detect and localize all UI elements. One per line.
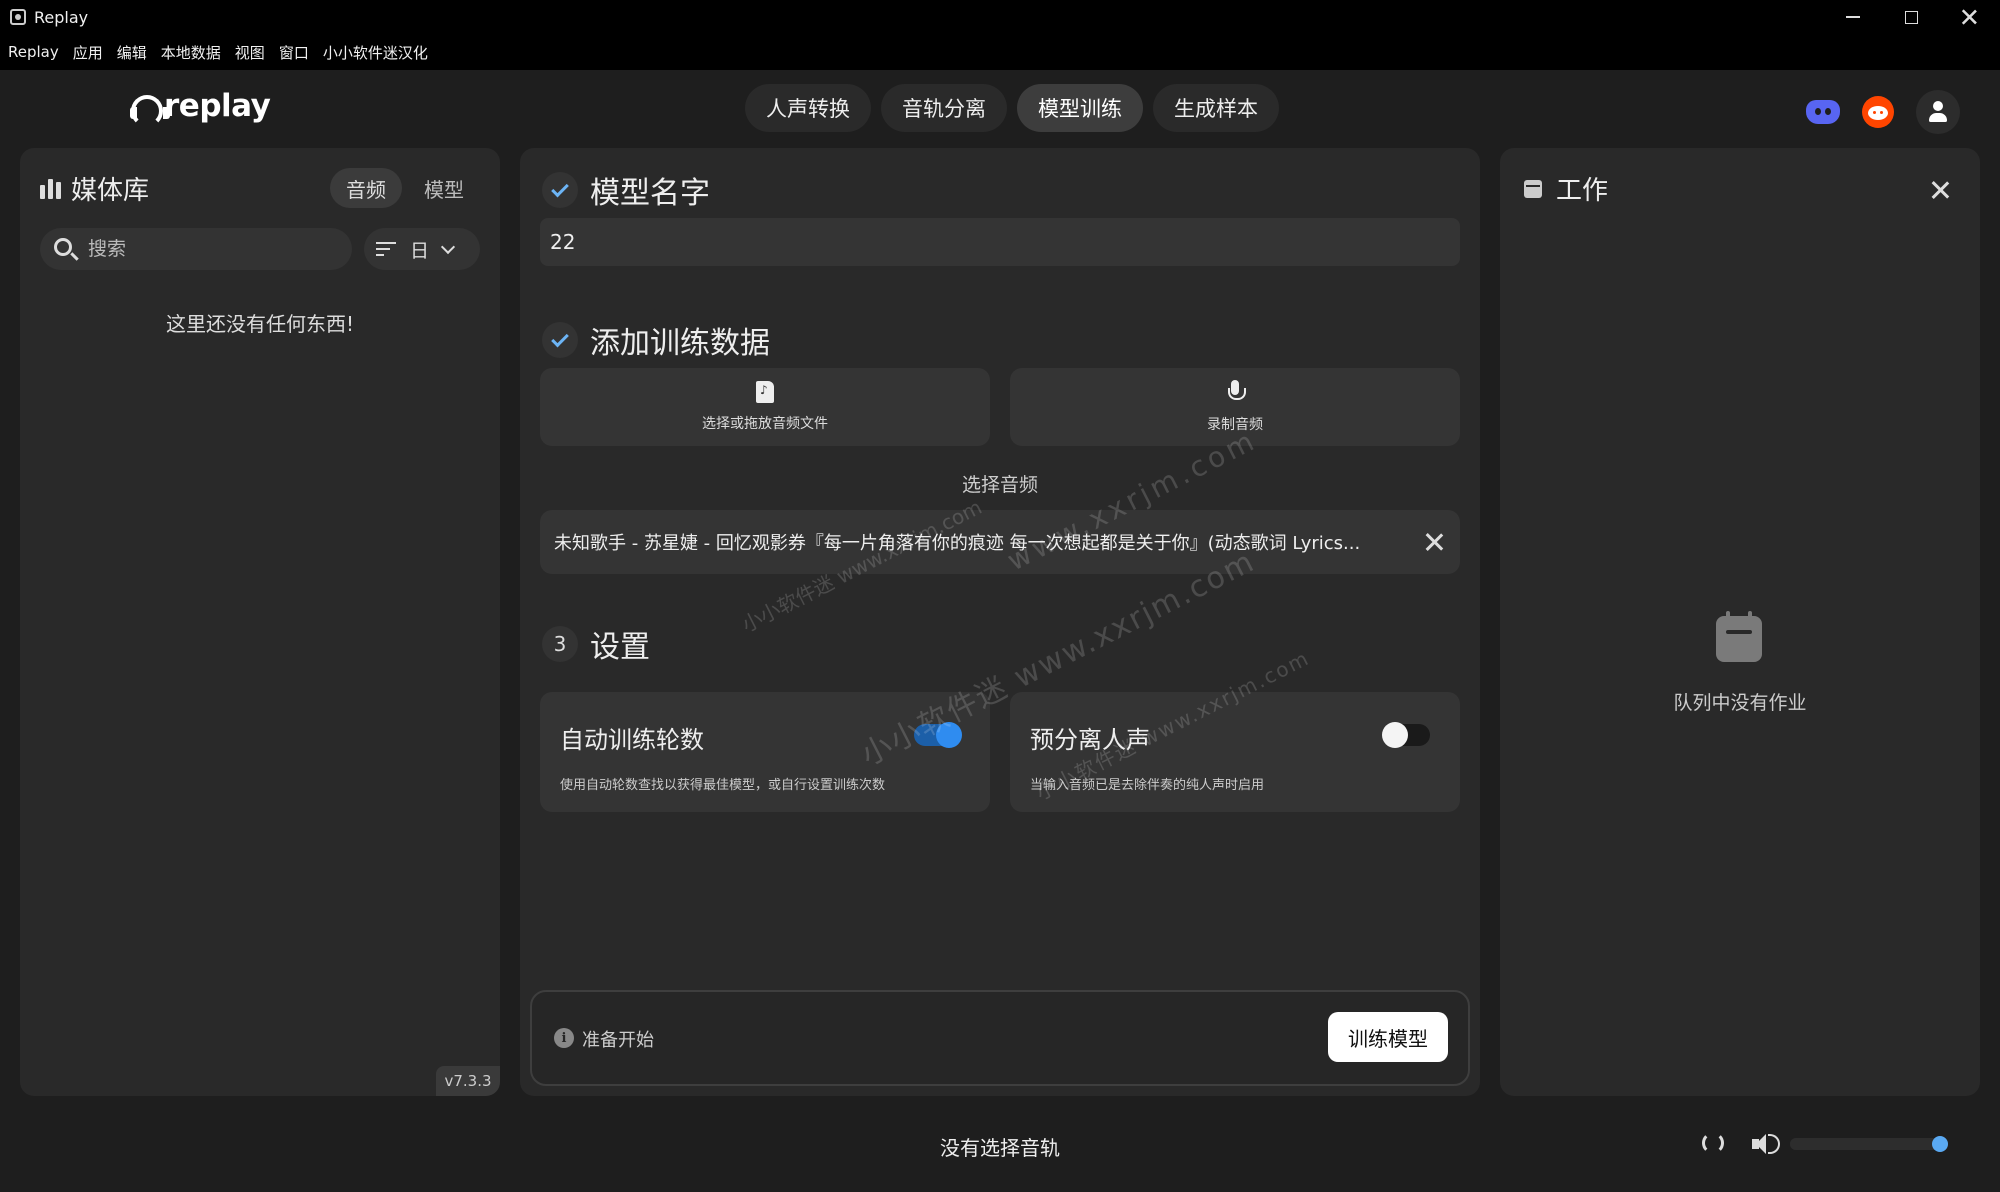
app-icon <box>10 9 26 25</box>
selected-audio-heading: 选择音频 <box>961 474 1038 496</box>
replay-logo: replay <box>130 88 271 127</box>
step-settings: 3 设置 <box>542 622 650 666</box>
user-icon[interactable] <box>1916 90 1960 134</box>
setting-description: 当输入音频已是去除伴奏的纯人声时启用 <box>1030 778 1265 793</box>
step-title: 设置 <box>590 630 650 665</box>
setting-title: 预分离人声 <box>1030 726 1150 754</box>
volume-fill <box>1790 1138 1948 1150</box>
close-panel-icon[interactable] <box>1930 180 1950 200</box>
train-model-button[interactable]: 训练模型 <box>1328 1012 1448 1062</box>
discord-icon[interactable] <box>1806 100 1840 124</box>
volume-thumb[interactable] <box>1932 1136 1948 1152</box>
menu-item-edit[interactable]: 编辑 <box>117 42 147 63</box>
window-title: Replay <box>34 7 89 27</box>
auto-epochs-toggle[interactable] <box>914 722 962 748</box>
pre-separate-setting: 预分离人声 当输入音频已是去除伴奏的纯人声时启用 <box>1010 692 1460 812</box>
queue-empty-message: 队列中没有作业 <box>1673 692 1807 714</box>
step-complete-badge <box>542 172 578 208</box>
record-audio-button[interactable]: 录制音频 <box>1010 368 1460 446</box>
step-training-data: 添加训练数据 <box>542 318 770 362</box>
record-label: 录制音频 <box>1207 417 1263 433</box>
tab-stem-separation[interactable]: 音轨分离 <box>881 84 1007 132</box>
upload-audio-button[interactable]: 选择或拖放音频文件 <box>540 368 990 446</box>
info-icon: i <box>554 1028 574 1048</box>
audio-file-icon <box>756 381 774 403</box>
sort-icon <box>376 242 396 256</box>
version-badge: v7.3.3 <box>436 1066 500 1096</box>
pre-separate-toggle[interactable] <box>1382 722 1430 748</box>
status-text: 准备开始 <box>582 1030 654 1051</box>
work-title: 工作 <box>1556 176 1609 206</box>
menu-item-replay[interactable]: Replay <box>8 43 59 61</box>
player-bar: 没有选择音轨 <box>0 1100 2000 1192</box>
step-complete-badge <box>542 322 578 358</box>
setting-description: 使用自动轮数查找以获得最佳模型，或自行设置训练次数 <box>560 778 886 793</box>
library-search <box>40 228 352 270</box>
menu-item-view[interactable]: 视图 <box>235 42 265 63</box>
setting-title: 自动训练轮数 <box>560 726 704 754</box>
auto-epochs-setting: 自动训练轮数 使用自动轮数查找以获得最佳模型，或自行设置训练次数 <box>540 692 990 812</box>
main-tabs: 人声转换 音轨分离 模型训练 生成样本 <box>745 84 1279 132</box>
maximize-icon <box>1904 10 1918 24</box>
library-header: 媒体库 <box>40 170 149 207</box>
menu-item-app[interactable]: 应用 <box>73 42 103 63</box>
search-input[interactable] <box>88 238 328 260</box>
loop-icon[interactable] <box>1702 1132 1724 1154</box>
library-title: 媒体库 <box>71 176 150 206</box>
tab-generate-sample[interactable]: 生成样本 <box>1153 84 1279 132</box>
title-bar: Replay <box>0 0 2000 34</box>
library-icon <box>40 178 61 199</box>
headphones-icon <box>130 93 170 127</box>
library-empty-message: 这里还没有任何东西! <box>165 312 355 336</box>
tab-voice-conversion[interactable]: 人声转换 <box>745 84 871 132</box>
training-status-bar: i 准备开始 训练模型 <box>530 990 1470 1086</box>
menu-bar: Replay 应用 编辑 本地数据 视图 窗口 小小软件迷汉化 <box>0 34 2000 70</box>
training-panel: 模型名字 添加训练数据 选择或拖放音频文件 录制音频 选择音频 未知歌手 - 苏… <box>520 148 1480 1096</box>
check-icon <box>551 179 569 197</box>
minimize-button[interactable] <box>1824 0 1882 34</box>
sort-label: 日 <box>410 239 430 262</box>
logo-text: replay <box>164 88 271 124</box>
menu-item-local-data[interactable]: 本地数据 <box>161 42 221 63</box>
sort-button[interactable]: 日 <box>364 228 480 270</box>
work-header: 工作 <box>1524 170 1608 207</box>
menu-item-localization[interactable]: 小小软件迷汉化 <box>323 42 428 63</box>
header-actions <box>1806 90 1960 134</box>
library-tab-models[interactable]: 模型 <box>408 168 480 208</box>
library-tabs: 音频 模型 <box>330 168 480 208</box>
remove-audio-icon[interactable] <box>1424 532 1444 552</box>
app-header: replay 人声转换 音轨分离 模型训练 生成样本 <box>0 70 2000 146</box>
check-icon <box>551 329 569 347</box>
work-queue-panel: 工作 队列中没有作业 <box>1500 148 1980 1096</box>
empty-queue-calendar-icon <box>1716 611 1762 662</box>
step-title: 模型名字 <box>590 176 710 211</box>
selected-audio-item: 未知歌手 - 苏星婕 - 回忆观影券『每一片角落有你的痕迹 每一次想起都是关于你… <box>540 510 1460 574</box>
tab-model-training[interactable]: 模型训练 <box>1017 84 1143 132</box>
model-name-input[interactable] <box>540 218 1460 266</box>
maximize-button[interactable] <box>1882 0 1940 34</box>
menu-item-window[interactable]: 窗口 <box>279 42 309 63</box>
search-icon <box>54 238 72 256</box>
close-window-button[interactable] <box>1940 0 1998 34</box>
volume-slider[interactable] <box>1790 1136 1948 1152</box>
microphone-icon <box>1228 380 1246 404</box>
step-title: 添加训练数据 <box>590 326 770 361</box>
selected-audio-filename: 未知歌手 - 苏星婕 - 回忆观影券『每一片角落有你的痕迹 每一次想起都是关于你… <box>554 533 1361 554</box>
calendar-icon <box>1524 179 1542 198</box>
chevron-down-icon <box>440 239 456 254</box>
media-library-panel: 媒体库 音频 模型 日 这里还没有任何东西! v7.3.3 <box>20 148 500 1096</box>
minimize-icon <box>1846 16 1860 18</box>
reddit-icon[interactable] <box>1862 96 1894 128</box>
close-icon <box>1961 9 1978 26</box>
step-model-name: 模型名字 <box>542 168 710 212</box>
library-tab-audio[interactable]: 音频 <box>330 168 402 208</box>
upload-label: 选择或拖放音频文件 <box>702 416 828 432</box>
track-status: 没有选择音轨 <box>940 1136 1060 1160</box>
step-number-badge: 3 <box>542 626 578 662</box>
